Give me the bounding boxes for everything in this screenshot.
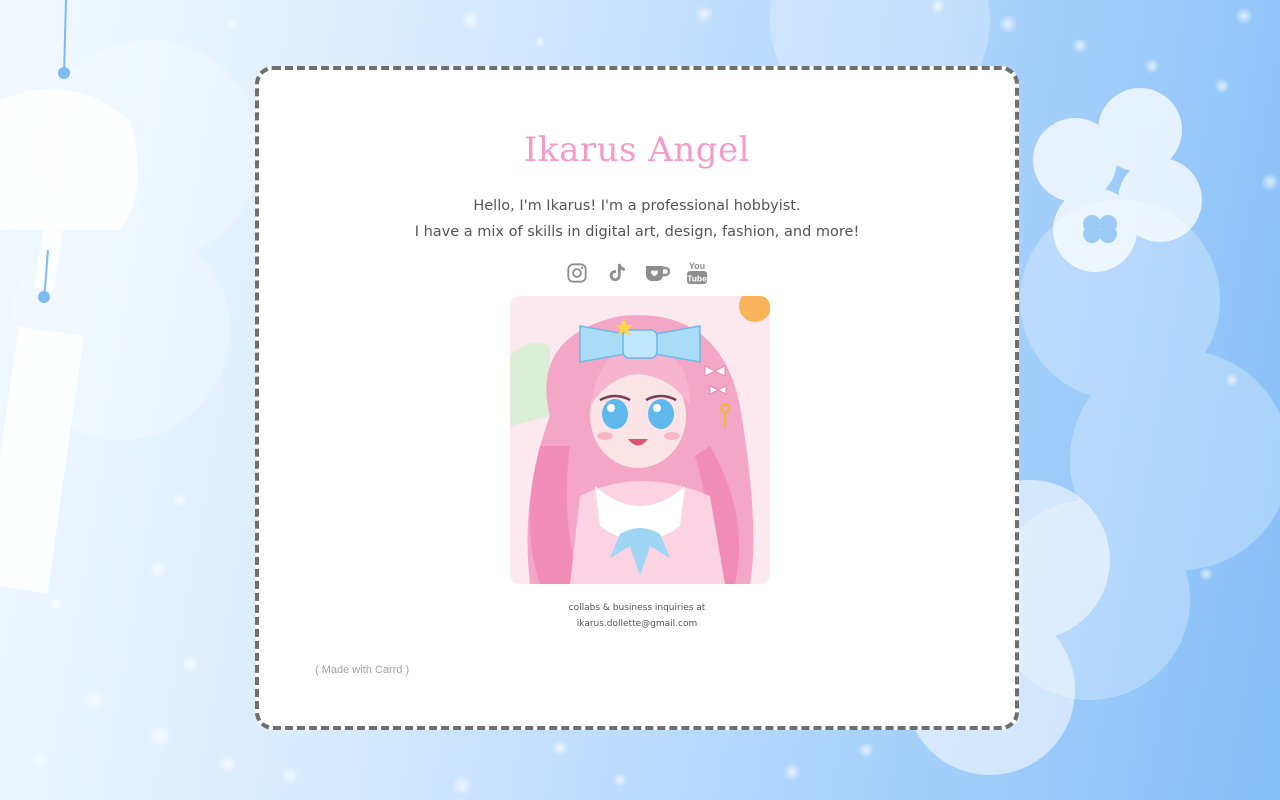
anime-portrait-illustration xyxy=(510,296,770,584)
bio-line-1: Hello, I'm Ikarus! I'm a professional ho… xyxy=(473,198,801,214)
kofi-icon xyxy=(646,266,670,281)
instagram-icon xyxy=(567,263,587,283)
profile-portrait xyxy=(510,296,770,584)
profile-name: Ikarus Angel xyxy=(524,130,750,170)
contact-email[interactable]: ikarus.dollette@gmail.com xyxy=(259,619,1015,629)
youtube-link[interactable]: You Tube xyxy=(684,260,710,286)
tiktok-icon xyxy=(609,263,625,282)
instagram-link[interactable] xyxy=(564,260,590,286)
kofi-link[interactable] xyxy=(644,260,670,286)
made-with-carrd-link[interactable]: ( Made with Carrd ) xyxy=(315,664,409,676)
social-links: You Tube xyxy=(259,260,1015,286)
youtube-icon: You Tube xyxy=(687,261,707,284)
profile-card: Ikarus Angel Hello, I'm Ikarus! I'm a pr… xyxy=(255,66,1019,730)
tiktok-link[interactable] xyxy=(604,260,630,286)
youtube-label-top: You xyxy=(689,261,705,271)
bio-line-2: I have a mix of skills in digital art, d… xyxy=(414,224,860,240)
contact-line-1: collabs & business inquiries at xyxy=(568,603,706,613)
youtube-label-bottom: Tube xyxy=(687,274,707,284)
